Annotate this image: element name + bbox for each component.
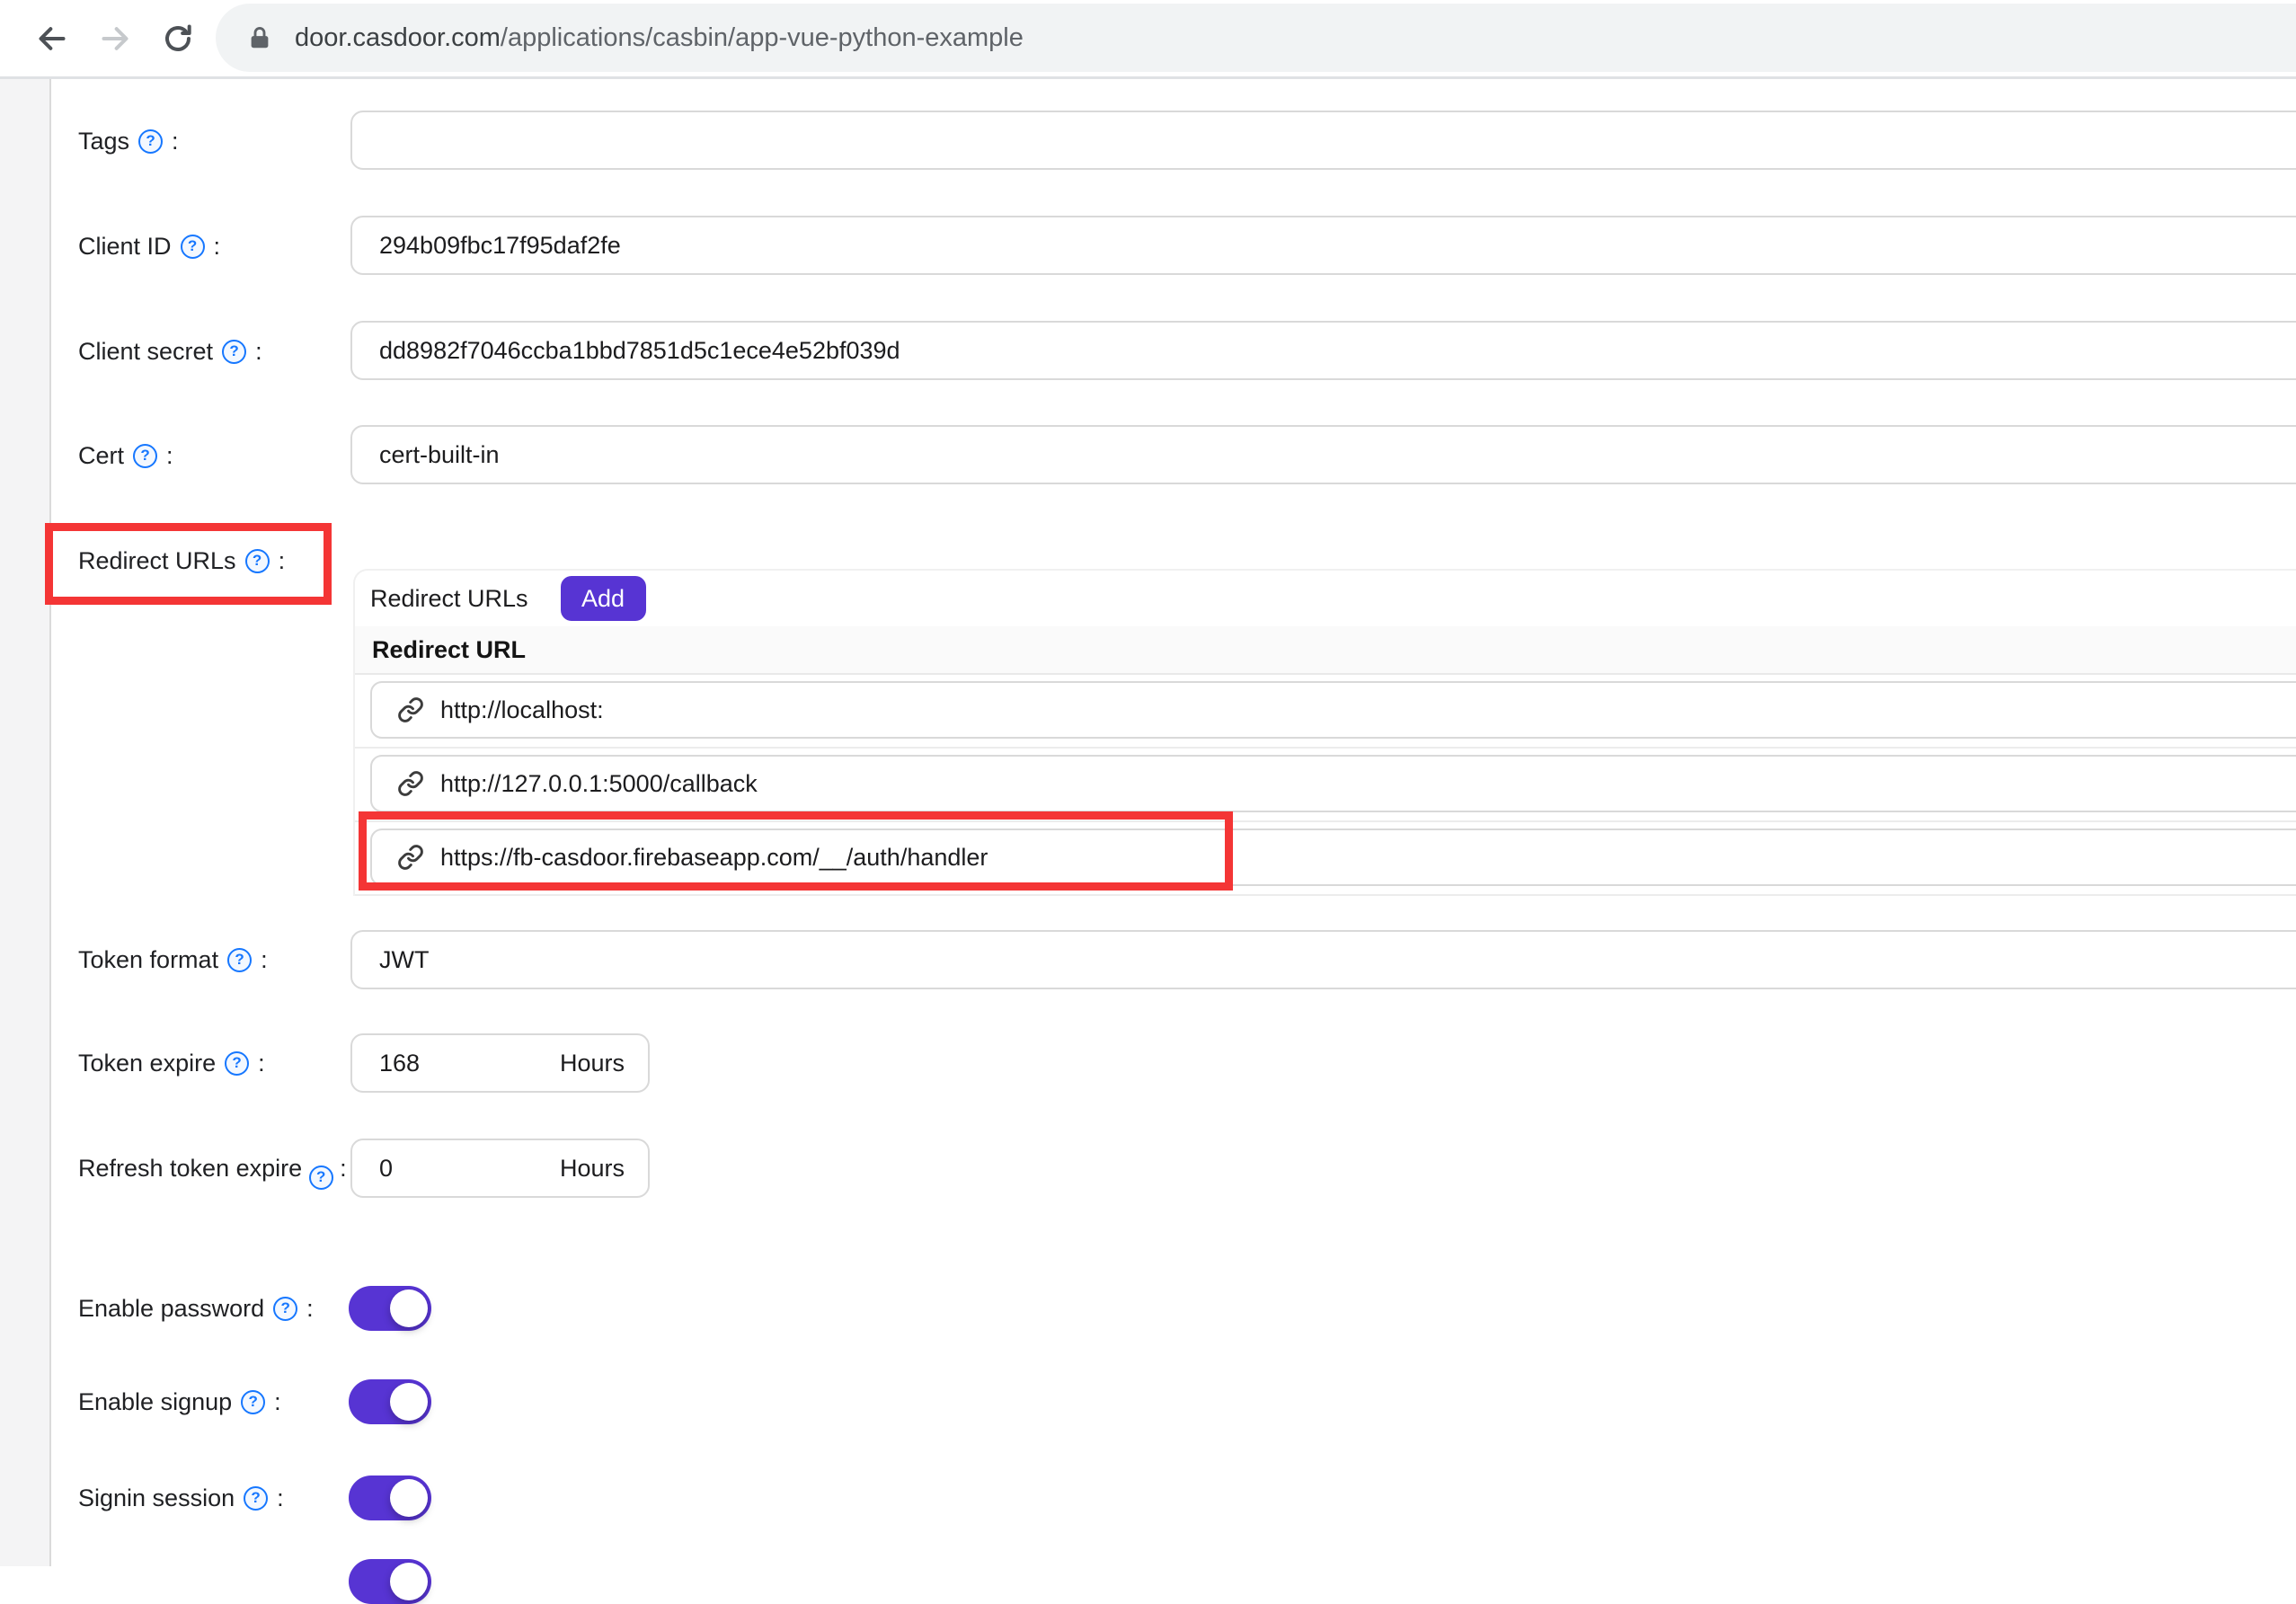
- help-icon[interactable]: ?: [273, 1297, 297, 1321]
- token-expire-unit: Hours: [560, 1050, 625, 1077]
- refresh-token-expire-unit: Hours: [560, 1155, 625, 1183]
- url-path: /applications/casbin/app-vue-python-exam…: [501, 23, 1024, 52]
- field-label-token-expire: Token expire ? :: [78, 1039, 265, 1087]
- redirect-url-input-2[interactable]: http://127.0.0.1:5000/callback: [370, 755, 2296, 812]
- toggle-knob: [390, 1563, 428, 1600]
- client-secret-value: dd8982f7046ccba1bbd7851d5c1ece4e52bf039d: [379, 337, 900, 365]
- token-format-label-text: Token format: [78, 946, 218, 974]
- label-colon: :: [214, 233, 221, 261]
- token-expire-value: 168: [379, 1050, 420, 1077]
- redirect-table-title: Redirect URLs: [370, 585, 528, 613]
- annotation-box-redirect-urls-label: [45, 523, 332, 605]
- table-row: http://localhost:: [355, 675, 2296, 749]
- refresh-token-expire-label-text: Refresh token expire: [78, 1155, 302, 1182]
- help-icon[interactable]: ?: [222, 340, 246, 364]
- enable-password-toggle[interactable]: [349, 1286, 431, 1331]
- cert-value: cert-built-in: [379, 441, 500, 469]
- help-icon[interactable]: ?: [138, 129, 163, 154]
- help-icon[interactable]: ?: [227, 948, 252, 972]
- redirect-url-column-label: Redirect URL: [372, 636, 526, 664]
- back-icon[interactable]: [32, 19, 72, 58]
- redirect-table-column-header: Redirect URL: [355, 626, 2296, 675]
- label-colon: :: [340, 1155, 347, 1182]
- help-icon[interactable]: ?: [309, 1165, 333, 1190]
- field-label-refresh-token-expire: Refresh token expire ? :: [78, 1145, 352, 1192]
- client-secret-input[interactable]: dd8982f7046ccba1bbd7851d5c1ece4e52bf039d: [350, 321, 2296, 380]
- toggle-knob: [390, 1289, 428, 1327]
- redirect-url-value: http://localhost:: [440, 696, 604, 724]
- field-label-token-format: Token format ? :: [78, 935, 268, 984]
- enable-signup-toggle[interactable]: [349, 1379, 431, 1424]
- label-colon: :: [166, 442, 173, 470]
- nav-button-group: [0, 19, 198, 58]
- client-id-value: 294b09fbc17f95daf2fe: [379, 232, 621, 260]
- redirect-url-input-1[interactable]: http://localhost:: [370, 681, 2296, 739]
- refresh-token-expire-value: 0: [379, 1155, 393, 1183]
- field-label-cert: Cert ? :: [78, 431, 173, 480]
- field-label-enable-signup: Enable signup ? :: [78, 1378, 281, 1426]
- help-icon[interactable]: ?: [133, 444, 157, 468]
- field-label-tags: Tags ? :: [78, 117, 179, 165]
- client-id-label-text: Client ID: [78, 233, 172, 261]
- token-expire-label-text: Token expire: [78, 1050, 216, 1077]
- link-icon: [397, 696, 424, 723]
- field-label-client-id: Client ID ? :: [78, 222, 220, 270]
- redirect-url-value: http://127.0.0.1:5000/callback: [440, 770, 758, 798]
- label-colon: :: [274, 1388, 281, 1416]
- enable-signup-label-text: Enable signup: [78, 1388, 232, 1416]
- client-id-input[interactable]: 294b09fbc17f95daf2fe: [350, 216, 2296, 275]
- field-label-signin-session: Signin session ? :: [78, 1474, 284, 1522]
- address-bar[interactable]: door.casdoor.com/applications/casbin/app…: [216, 4, 2296, 72]
- enable-password-label-text: Enable password: [78, 1295, 264, 1323]
- field-label-enable-password: Enable password ? :: [78, 1284, 314, 1333]
- link-icon: [397, 770, 424, 797]
- label-colon: :: [261, 946, 268, 974]
- tags-input[interactable]: [350, 111, 2296, 170]
- add-redirect-url-button[interactable]: Add: [561, 576, 646, 621]
- reload-icon[interactable]: [158, 19, 198, 58]
- token-expire-input[interactable]: 168 Hours: [350, 1033, 650, 1093]
- label-colon: :: [255, 338, 262, 366]
- toggle-knob: [390, 1479, 428, 1517]
- label-colon: :: [277, 1484, 284, 1512]
- cert-input[interactable]: cert-built-in: [350, 425, 2296, 484]
- label-colon: :: [172, 128, 179, 155]
- label-colon: :: [258, 1050, 265, 1077]
- help-icon[interactable]: ?: [244, 1486, 268, 1511]
- field-label-client-secret: Client secret ? :: [78, 327, 262, 376]
- left-gutter: [0, 79, 51, 1566]
- help-icon[interactable]: ?: [181, 235, 205, 259]
- token-format-value: JWT: [379, 946, 429, 974]
- label-colon: :: [306, 1295, 314, 1323]
- url-text: door.casdoor.com/applications/casbin/app…: [295, 23, 1024, 53]
- toggle-knob: [390, 1383, 428, 1421]
- forward-icon[interactable]: [95, 19, 135, 58]
- redirect-table-title-row: Redirect URLs Add: [355, 571, 2296, 626]
- tags-label-text: Tags: [78, 128, 129, 155]
- signin-session-toggle[interactable]: [349, 1476, 431, 1520]
- help-icon[interactable]: ?: [225, 1051, 249, 1076]
- lock-icon[interactable]: [246, 22, 273, 53]
- annotation-box-firebase-redirect-url: [359, 811, 1233, 891]
- refresh-token-expire-input[interactable]: 0 Hours: [350, 1139, 650, 1198]
- client-secret-label-text: Client secret: [78, 338, 213, 366]
- url-domain: door.casdoor.com: [295, 23, 501, 52]
- help-icon[interactable]: ?: [241, 1390, 265, 1414]
- token-format-select[interactable]: JWT: [350, 930, 2296, 989]
- browser-toolbar: door.casdoor.com/applications/casbin/app…: [0, 0, 2296, 79]
- cert-label-text: Cert: [78, 442, 124, 470]
- signin-session-label-text: Signin session: [78, 1484, 235, 1512]
